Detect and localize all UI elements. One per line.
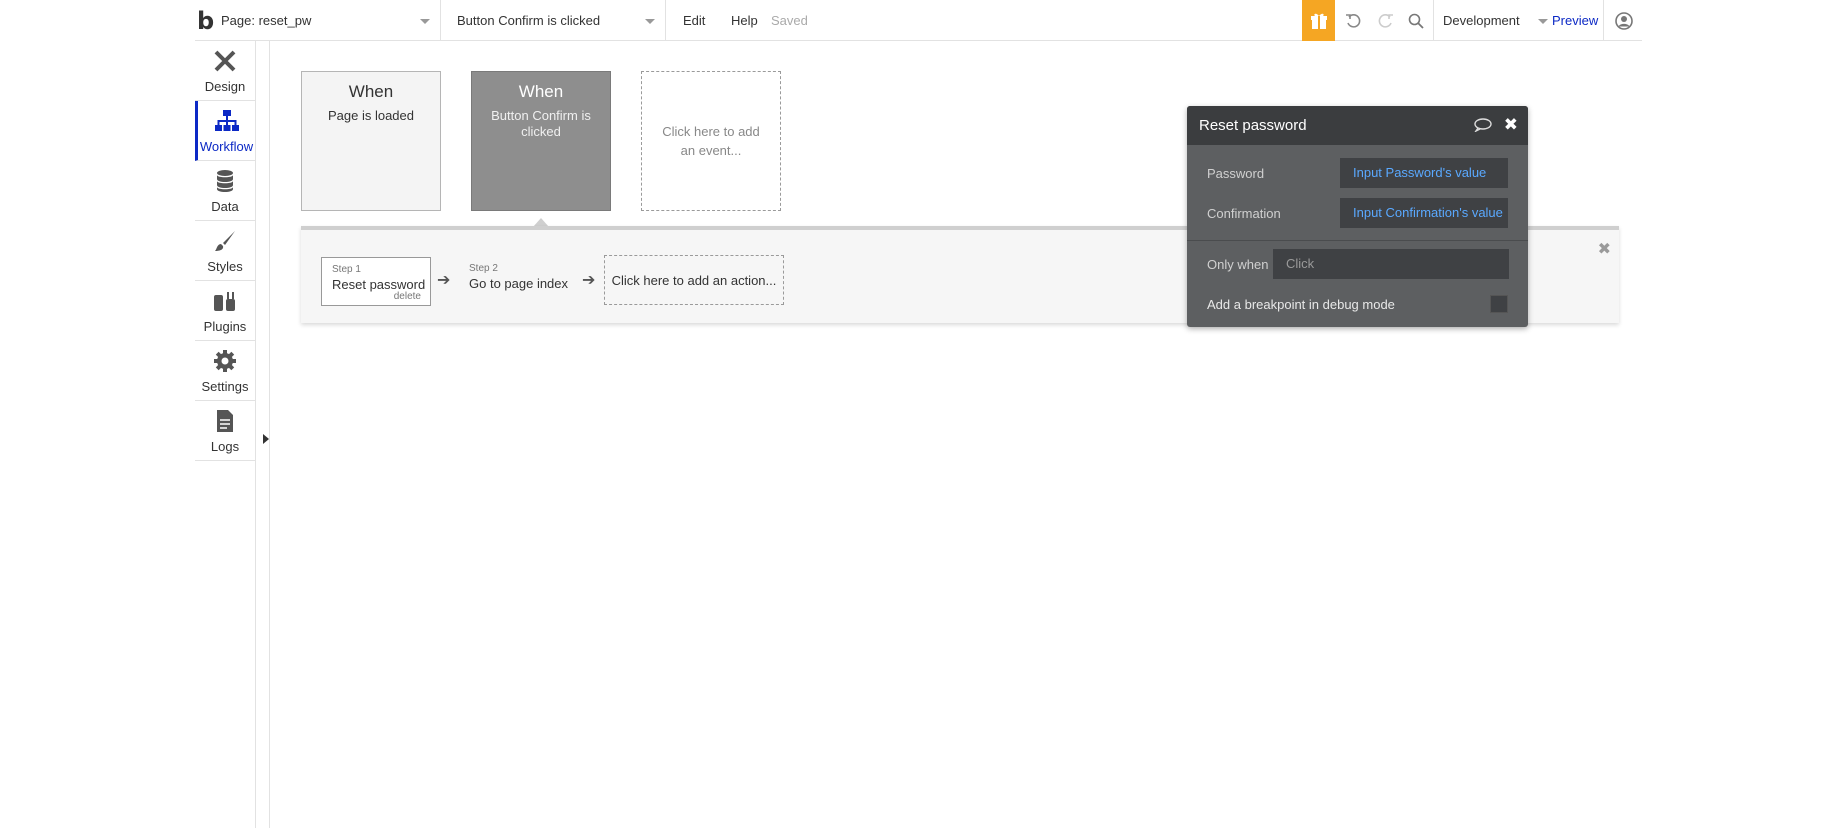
gift-button[interactable] xyxy=(1302,0,1335,41)
divider xyxy=(1433,0,1434,41)
plug-icon xyxy=(212,288,238,314)
sidebar-item-label: Logs xyxy=(210,439,240,454)
left-sidebar: Design Workflow Data Styles Plugins Sett… xyxy=(195,41,256,828)
environment-selector[interactable]: Development xyxy=(1443,0,1548,41)
event-selector[interactable]: Button Confirm is clicked xyxy=(445,0,666,41)
close-icon[interactable]: ✖ xyxy=(1598,239,1611,259)
redo-icon xyxy=(1378,13,1393,28)
editor-title: Reset password xyxy=(1199,117,1307,134)
event-condition: Page is loaded xyxy=(327,108,414,123)
search-button[interactable] xyxy=(1405,0,1427,41)
comment-icon[interactable] xyxy=(1473,118,1492,136)
top-bar: b Page: reset_pw Button Confirm is click… xyxy=(195,0,1642,41)
database-icon xyxy=(212,168,238,194)
editor-header[interactable]: Reset password ✖ xyxy=(1187,106,1528,145)
sidebar-item-label: Design xyxy=(204,79,246,94)
undo-icon xyxy=(1346,13,1361,28)
arrow-right-icon: ➔ xyxy=(437,272,451,289)
sidebar-item-settings[interactable]: Settings xyxy=(195,341,255,401)
chevron-down-icon xyxy=(420,19,430,24)
property-editor: Reset password ✖ Password Input Password… xyxy=(1187,106,1528,327)
add-action-button[interactable]: Click here to add an action... xyxy=(604,255,784,305)
sidebar-item-workflow[interactable]: Workflow xyxy=(195,101,255,161)
field-label: Confirmation xyxy=(1207,205,1281,221)
account-button[interactable] xyxy=(1613,0,1635,41)
sidebar-item-logs[interactable]: Logs xyxy=(195,401,255,461)
preview-link[interactable]: Preview xyxy=(1552,0,1598,41)
sidebar-item-styles[interactable]: Styles xyxy=(195,221,255,281)
menu-help[interactable]: Help xyxy=(731,0,758,41)
page-selector-label: Page: reset_pw xyxy=(221,13,312,28)
menu-edit[interactable]: Edit xyxy=(683,0,705,41)
sidebar-item-label: Settings xyxy=(201,379,249,394)
arrow-right-icon: ➔ xyxy=(582,272,596,289)
step-number: Step 1 xyxy=(332,264,361,275)
environment-label: Development xyxy=(1443,13,1520,28)
close-icon[interactable]: ✖ xyxy=(1504,115,1518,135)
editor-field-password: Password Input Password's value xyxy=(1207,158,1508,188)
sidebar-item-label: Data xyxy=(211,199,239,214)
event-selector-label: Button Confirm is clicked xyxy=(457,13,601,28)
canvas-border xyxy=(269,41,270,828)
gear-icon xyxy=(212,348,238,374)
step-name: Reset password xyxy=(332,277,426,292)
workflow-icon xyxy=(214,108,240,134)
brush-icon xyxy=(212,228,238,254)
chevron-down-icon xyxy=(1538,19,1548,24)
event-when-label: When xyxy=(518,82,564,101)
document-icon xyxy=(212,408,238,434)
only-when-input[interactable]: Click xyxy=(1273,249,1509,279)
divider xyxy=(1187,240,1528,241)
editor-breakpoint: Add a breakpoint in debug mode xyxy=(1207,289,1508,319)
sidebar-item-data[interactable]: Data xyxy=(195,161,255,221)
step-go-to-page[interactable]: Step 2 Go to page index xyxy=(459,257,584,306)
editor-field-confirmation: Confirmation Input Confirmation's value xyxy=(1207,198,1508,228)
page-selector[interactable]: Page: reset_pw xyxy=(221,0,441,41)
user-icon xyxy=(1615,11,1633,30)
step-number: Step 2 xyxy=(469,263,498,274)
breakpoint-label: Add a breakpoint in debug mode xyxy=(1207,296,1395,312)
event-condition: Button Confirm is clicked xyxy=(491,108,591,139)
step-reset-password[interactable]: Step 1 Reset password delete xyxy=(321,257,431,306)
event-when-label: When xyxy=(348,82,394,101)
only-when-label: Only when xyxy=(1207,256,1269,272)
sidebar-item-design[interactable]: Design xyxy=(195,41,255,101)
chevron-down-icon xyxy=(645,19,655,24)
sidebar-item-label: Styles xyxy=(207,259,243,274)
gift-icon xyxy=(1310,13,1327,29)
breakpoint-checkbox[interactable] xyxy=(1490,295,1508,313)
event-card-page-loaded[interactable]: When Page is loaded xyxy=(301,71,441,211)
design-icon xyxy=(212,48,238,74)
event-card-button-confirm[interactable]: When Button Confirm is clicked xyxy=(471,71,611,211)
step-delete-link[interactable]: delete xyxy=(394,291,421,302)
add-event-button[interactable]: Click here to add an event... xyxy=(641,71,781,211)
redo-button[interactable] xyxy=(1375,0,1397,41)
confirmation-value-expression[interactable]: Input Confirmation's value xyxy=(1340,198,1508,228)
divider xyxy=(1603,0,1604,41)
search-icon xyxy=(1408,13,1424,29)
password-value-expression[interactable]: Input Password's value xyxy=(1340,158,1508,188)
undo-button[interactable] xyxy=(1342,0,1364,41)
saved-status: Saved xyxy=(771,13,808,28)
sidebar-item-label: Plugins xyxy=(203,319,247,334)
sidebar-item-plugins[interactable]: Plugins xyxy=(195,281,255,341)
step-name: Go to page index xyxy=(469,276,569,291)
editor-only-when: Only when Click xyxy=(1207,249,1509,279)
bubble-logo[interactable]: b xyxy=(197,0,219,41)
sidebar-item-label: Workflow xyxy=(199,139,254,154)
field-label: Password xyxy=(1207,165,1265,181)
